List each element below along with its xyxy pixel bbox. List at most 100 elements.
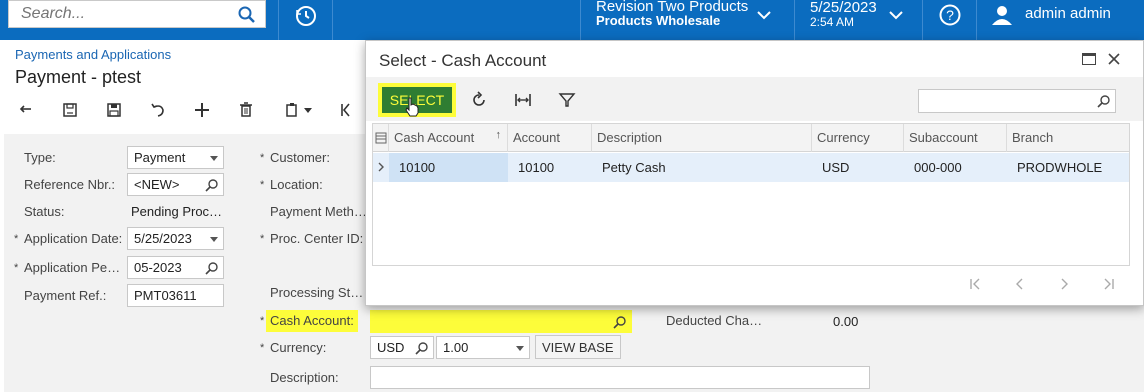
maximize-icon[interactable]: [1082, 53, 1096, 65]
fit-columns-icon[interactable]: [514, 91, 532, 109]
refresh-icon[interactable]: [470, 91, 488, 109]
status-value: Pending Proc…: [131, 204, 223, 219]
currency-rate-select[interactable]: 1.00: [436, 336, 530, 359]
currency-field[interactable]: USD: [370, 336, 434, 359]
copy-paste-button[interactable]: [278, 98, 318, 122]
required-marker: *: [260, 179, 265, 191]
first-record-icon: [341, 103, 350, 117]
top-bar: Revision Two Products Products Wholesale…: [0, 0, 1144, 40]
topbar-divider: [922, 0, 923, 40]
description-label: Description:: [270, 370, 339, 385]
cell-description[interactable]: Petty Cash: [592, 153, 812, 182]
select-cash-account-dialog: Select - Cash Account SELECT Cash Accoun…: [365, 40, 1144, 306]
undo-icon: [19, 105, 31, 113]
copy-paste-icon: [286, 103, 297, 117]
delete-button[interactable]: [234, 98, 258, 122]
cancel-icon: [151, 103, 164, 117]
first-record-button[interactable]: [334, 98, 358, 122]
business-date[interactable]: 5/25/2023 2:54 AM: [810, 0, 877, 30]
topbar-divider: [332, 0, 333, 40]
dialog-search-box[interactable]: [918, 89, 1116, 113]
row-indicator-icon: [378, 162, 384, 172]
column-header-branch[interactable]: Branch: [1007, 124, 1129, 152]
breadcrumb[interactable]: Payments and Applications: [15, 47, 171, 62]
table-row[interactable]: 10100 10100 Petty Cash USD 000-000 PRODW…: [373, 153, 1129, 182]
deducted-charges-value: 0.00: [833, 314, 859, 329]
add-button[interactable]: [190, 98, 214, 122]
caret-down-icon: [304, 108, 312, 113]
column-header-account[interactable]: Account: [508, 124, 592, 152]
currency-value: USD: [377, 340, 405, 355]
application-date-field[interactable]: 5/25/2023: [127, 227, 224, 250]
last-page-icon[interactable]: [1100, 277, 1116, 291]
processing-status-label: Processing St…: [270, 285, 364, 300]
previous-page-icon[interactable]: [1012, 277, 1028, 291]
reference-nbr-field[interactable]: <NEW>: [127, 173, 224, 196]
deducted-charges-label: Deducted Cha…: [666, 313, 763, 328]
next-page-icon[interactable]: [1056, 277, 1072, 291]
add-icon: [195, 103, 209, 117]
required-marker: *: [260, 315, 265, 327]
filter-icon[interactable]: [558, 91, 576, 109]
reference-nbr-label: Reference Nbr.:: [24, 177, 116, 192]
search-icon[interactable]: [205, 178, 219, 192]
cell-subaccount[interactable]: 000-000: [904, 153, 1007, 182]
chevron-down-icon[interactable]: [756, 8, 772, 22]
column-header-cash-account[interactable]: Cash Account ↑: [389, 124, 508, 152]
hand-cursor-icon: [405, 97, 419, 117]
save-button[interactable]: [102, 98, 126, 122]
chevron-down-icon[interactable]: [888, 8, 904, 22]
search-icon[interactable]: [613, 315, 627, 329]
cash-account-field[interactable]: [370, 310, 632, 333]
global-search-box[interactable]: [8, 0, 266, 28]
topbar-divider: [580, 0, 581, 40]
cell-account[interactable]: 10100: [508, 153, 592, 182]
svg-text:?: ?: [946, 7, 954, 23]
view-base-button[interactable]: VIEW BASE: [535, 335, 621, 359]
save-icon: [107, 103, 121, 117]
branch-name: Products Wholesale: [596, 13, 721, 28]
search-icon[interactable]: [237, 5, 257, 25]
undo-button[interactable]: [14, 98, 38, 122]
type-select[interactable]: Payment: [127, 146, 224, 169]
search-icon[interactable]: [205, 261, 219, 275]
global-search-input[interactable]: [9, 1, 229, 27]
sort-ascending-icon: ↑: [495, 129, 502, 141]
customer-label: Customer:: [270, 150, 330, 165]
type-value: Payment: [134, 150, 186, 165]
recent-history-icon[interactable]: [294, 4, 318, 28]
user-name[interactable]: admin admin: [1025, 5, 1111, 22]
column-header-subaccount[interactable]: Subaccount: [904, 124, 1007, 152]
dialog-search-input[interactable]: [919, 90, 1089, 112]
column-header-description[interactable]: Description: [592, 124, 812, 152]
grid-header: Cash Account ↑ Account Description Curren…: [373, 124, 1129, 152]
save-close-button[interactable]: [58, 98, 82, 122]
cell-branch[interactable]: PRODWHOLE: [1007, 153, 1129, 182]
user-icon[interactable]: [990, 3, 1014, 27]
payment-ref-label: Payment Ref.:: [24, 288, 107, 303]
required-marker: *: [260, 233, 265, 245]
help-icon[interactable]: ?: [938, 3, 962, 27]
proc-center-label: Proc. Center ID:: [270, 231, 364, 246]
description-field[interactable]: [370, 366, 870, 389]
cancel-button[interactable]: [146, 98, 170, 122]
search-icon[interactable]: [1097, 94, 1111, 108]
application-date-label: Application Date:: [24, 231, 123, 246]
cash-account-label: Cash Account:: [270, 313, 354, 328]
status-label: Status:: [24, 204, 65, 219]
cash-account-grid: Cash Account ↑ Account Description Curren…: [372, 123, 1130, 266]
cell-cash-account[interactable]: 10100: [389, 153, 508, 182]
branch-selector[interactable]: Revision Two Products Products Wholesale: [596, 0, 748, 28]
column-config-icon[interactable]: [373, 124, 389, 152]
payment-ref-field[interactable]: PMT03611: [127, 284, 224, 307]
payment-ref-value: PMT03611: [134, 288, 197, 303]
cell-currency[interactable]: USD: [812, 153, 904, 182]
type-label: Type:: [24, 150, 56, 165]
search-icon[interactable]: [415, 341, 429, 355]
currency-label: Currency:: [270, 340, 327, 355]
application-period-field[interactable]: 05-2023: [127, 256, 224, 279]
close-icon[interactable]: [1106, 51, 1122, 67]
application-date-value: 5/25/2023: [134, 231, 192, 246]
first-page-icon[interactable]: [968, 277, 984, 291]
column-header-currency[interactable]: Currency: [812, 124, 904, 152]
